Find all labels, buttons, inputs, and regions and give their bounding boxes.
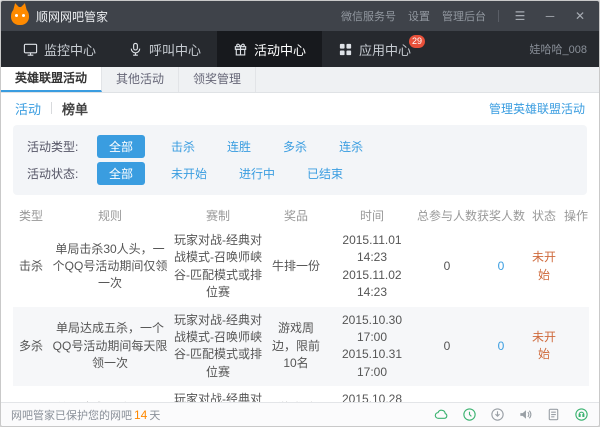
column-header: 状态 [525,203,563,227]
app-center-badge: 29 [409,35,425,48]
column-header: 获奖人数 [477,203,525,227]
column-header: 奖品 [265,203,327,227]
tab-lol-activity[interactable]: 英雄联盟活动 [1,67,102,92]
column-header: 类型 [13,203,49,227]
nav-label: 应用中心 [359,40,411,59]
format-cell: 玩家对战-经典对战模式-召唤师峡谷-匹配模式或排位赛 [171,227,265,307]
winners-cell: 0 [477,307,525,387]
winners-count-link[interactable]: 0 [498,339,505,353]
filter-status-ongoing[interactable]: 进行中 [233,162,281,185]
filter-type-killstreak[interactable]: 连杀 [333,135,369,158]
gift-icon [233,42,248,57]
filter-status-all[interactable]: 全部 [97,162,145,185]
column-header: 赛制 [171,203,265,227]
title-bar: 顺网网吧管家 微信服务号 设置 管理后台 ☰ ─ ✕ [1,1,599,31]
column-header: 时间 [327,203,417,227]
microphone-icon [128,42,143,57]
status-cell: 未开始 [525,227,563,307]
sub-nav: 活动 榜单 管理英雄联盟活动 [1,93,599,123]
action-cell [563,307,589,387]
participants-cell: 0 [417,227,477,307]
titlebar-divider [498,10,499,22]
column-header: 规则 [49,203,171,227]
subnav-divider [51,102,52,114]
tab-prize-management[interactable]: 领奖管理 [179,67,256,92]
optimize-icon[interactable] [462,407,477,422]
type-cell: 多杀 [13,307,49,387]
filter-label: 活动状态: [27,165,97,182]
minimize-button[interactable]: ─ [541,7,559,25]
format-cell: 玩家对战-经典对战模式-召唤师峡谷-匹配模式或排位赛 [171,307,265,387]
speaker-icon[interactable] [518,407,533,422]
filter-status-notstarted[interactable]: 未开始 [165,162,213,185]
menu-icon[interactable]: ☰ [511,7,529,25]
close-button[interactable]: ✕ [571,7,589,25]
filter-panel: 活动类型: 全部 击杀 连胜 多杀 连杀 活动状态: 全部 未开始 进行中 已结… [13,125,587,195]
rule-cell: 单局达成五杀，一个QQ号活动期间每天限领一次 [49,307,171,387]
nav-activity-center[interactable]: 活动中心 [217,31,322,67]
tab-other-activity[interactable]: 其他活动 [102,67,179,92]
apps-grid-icon [338,42,353,57]
type-cell: 击杀 [13,227,49,307]
admin-backend-link[interactable]: 管理后台 [442,8,486,24]
username[interactable]: 娃哈哈_008 [530,41,599,57]
time-cell: 2015.10.30 17:002015.10.31 17:00 [327,307,417,387]
main-nav: 监控中心 呼叫中心 活动中心 应用中心 29 娃哈哈_008 [1,31,599,67]
prize-cell: 游戏周边，限前10名 [265,307,327,387]
protected-days: 14 [132,408,149,422]
action-cell [563,227,589,307]
filter-type-kill[interactable]: 击杀 [165,135,201,158]
filter-type-multikill[interactable]: 多杀 [277,135,313,158]
rule-cell: 单局击杀30人头，一个QQ号活动期间仅领一次 [49,227,171,307]
app-title: 顺网网吧管家 [36,8,108,25]
nav-app-center[interactable]: 应用中心 29 [322,31,427,67]
download-icon[interactable] [490,407,505,422]
table-row: 击杀 单局击杀30人头，一个QQ号活动期间仅领一次 玩家对战-经典对战模式-召唤… [13,227,589,307]
activity-tabs: 英雄联盟活动 其他活动 领奖管理 [1,67,599,93]
settings-link[interactable]: 设置 [408,8,430,24]
column-header: 总参与人数 [417,203,477,227]
filter-status-ended[interactable]: 已结束 [301,162,349,185]
nav-label: 监控中心 [44,40,96,59]
activity-table: 类型 规则 赛制 奖品 时间 总参与人数 获奖人数 状态 操作 击杀 单局击杀3… [1,203,599,427]
column-header: 操作 [563,203,589,227]
nav-label: 活动中心 [254,40,306,59]
protection-text: 网吧管家已保护您的网吧14天 [11,407,160,423]
prize-cell: 牛排一份 [265,227,327,307]
table-row: 多杀 单局达成五杀，一个QQ号活动期间每天限领一次 玩家对战-经典对战模式-召唤… [13,307,589,387]
app-window: 顺网网吧管家 微信服务号 设置 管理后台 ☰ ─ ✕ 监控中心 呼叫中心 活动中… [0,0,600,427]
nav-call-center[interactable]: 呼叫中心 [112,31,217,67]
filter-activity-status: 活动状态: 全部 未开始 进行中 已结束 [27,160,573,187]
status-cell: 未开始 [525,307,563,387]
nav-monitor-center[interactable]: 监控中心 [7,31,112,67]
subnav-activities[interactable]: 活动 [15,99,41,118]
subnav-ranking[interactable]: 榜单 [62,99,88,118]
filter-activity-type: 活动类型: 全部 击杀 连胜 多杀 连杀 [27,133,573,160]
manage-lol-activities-link[interactable]: 管理英雄联盟活动 [489,100,585,117]
time-cell: 2015.11.01 14:232015.11.02 14:23 [327,227,417,307]
nav-label: 呼叫中心 [149,40,201,59]
winners-cell: 0 [477,227,525,307]
filter-type-all[interactable]: 全部 [97,135,145,158]
winners-count-link[interactable]: 0 [498,259,505,273]
monitor-icon [23,42,38,57]
service-icon[interactable] [574,407,589,422]
cloud-icon[interactable] [434,407,449,422]
wechat-service-link[interactable]: 微信服务号 [341,8,396,24]
filter-label: 活动类型: [27,138,97,155]
table-header-row: 类型 规则 赛制 奖品 时间 总参与人数 获奖人数 状态 操作 [13,203,589,227]
filter-type-winstreak[interactable]: 连胜 [221,135,257,158]
log-icon[interactable] [546,407,561,422]
app-logo-icon [11,7,29,25]
status-bar: 网吧管家已保护您的网吧14天 [1,402,599,426]
participants-cell: 0 [417,307,477,387]
